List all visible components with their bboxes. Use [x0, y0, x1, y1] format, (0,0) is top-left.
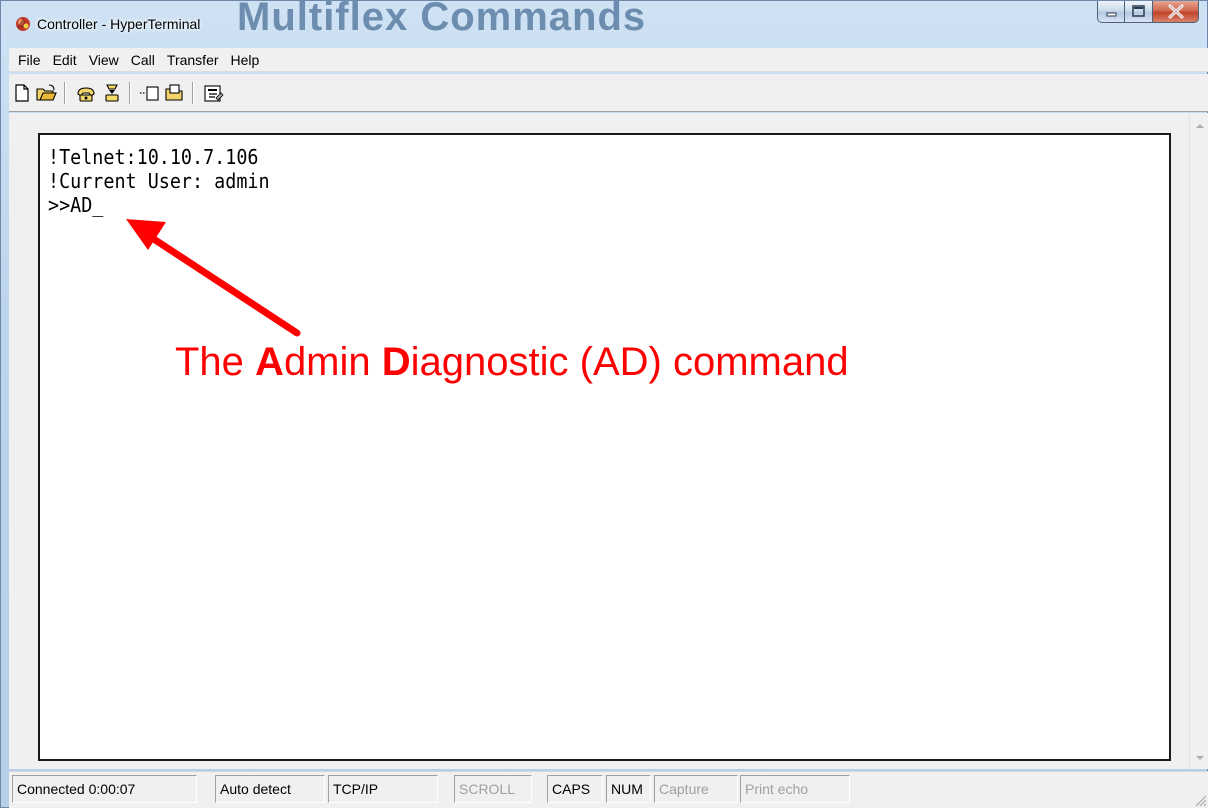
status-detect: Auto detect: [215, 775, 325, 803]
properties-icon[interactable]: [202, 83, 224, 103]
scroll-up-arrow-icon[interactable]: [1195, 121, 1205, 131]
menu-edit[interactable]: Edit: [47, 52, 83, 68]
menu-bar: File Edit View Call Transfer Help: [9, 48, 1208, 72]
scroll-down-arrow-icon[interactable]: [1195, 753, 1205, 763]
terminal-line: >>AD_: [48, 193, 104, 217]
connect-icon[interactable]: [75, 83, 97, 103]
status-connection: Connected 0:00:07: [12, 775, 197, 803]
toolbar-separator: [64, 82, 66, 104]
disconnect-icon[interactable]: [101, 83, 123, 103]
maximize-icon: [1132, 5, 1145, 17]
status-bar: Connected 0:00:07 Auto detect TCP/IP SCR…: [9, 771, 1208, 808]
status-caps: CAPS: [547, 775, 603, 803]
minimize-icon: [1106, 12, 1117, 17]
status-print-echo: Print echo: [740, 775, 850, 803]
maximize-button[interactable]: [1125, 1, 1153, 23]
status-protocol: TCP/IP: [328, 775, 438, 803]
receive-icon[interactable]: [163, 83, 185, 103]
minimize-button[interactable]: [1097, 1, 1125, 23]
toolbar-separator: [192, 82, 194, 104]
new-connection-icon[interactable]: [11, 83, 33, 103]
window-title: Controller - HyperTerminal: [37, 16, 201, 32]
open-icon[interactable]: [35, 83, 57, 103]
toolbar: [9, 74, 1208, 112]
vertical-scrollbar[interactable]: [1189, 113, 1208, 769]
toolbar-separator: [129, 82, 131, 104]
terminal-line: !Telnet:10.10.7.106: [48, 145, 259, 169]
menu-file[interactable]: File: [12, 52, 47, 68]
menu-view[interactable]: View: [83, 52, 125, 68]
menu-help[interactable]: Help: [225, 52, 266, 68]
annotation-label: The Admin Diagnostic (AD) command: [175, 340, 849, 384]
hyperterminal-app-icon[interactable]: [14, 14, 32, 32]
title-bar[interactable]: Multiflex Commands Controller - HyperTer…: [1, 0, 1207, 47]
terminal-screen[interactable]: !Telnet:10.10.7.106 !Current User: admin…: [38, 133, 1171, 761]
background-slide-title: Multiflex Commands: [237, 0, 647, 39]
terminal-client-area: !Telnet:10.10.7.106 !Current User: admin…: [9, 113, 1208, 769]
status-num: NUM: [606, 775, 651, 803]
resize-grip-icon[interactable]: [1193, 793, 1207, 807]
close-button[interactable]: [1153, 1, 1199, 23]
close-icon: [1168, 4, 1184, 19]
status-scroll: SCROLL: [454, 775, 532, 803]
hyperterminal-window: Multiflex Commands Controller - HyperTer…: [0, 0, 1208, 808]
send-icon[interactable]: [139, 83, 161, 103]
terminal-line: !Current User: admin: [48, 169, 270, 193]
menu-call[interactable]: Call: [125, 52, 161, 68]
caption-buttons: [1097, 1, 1199, 23]
menu-transfer[interactable]: Transfer: [161, 52, 225, 68]
status-capture: Capture: [654, 775, 738, 803]
